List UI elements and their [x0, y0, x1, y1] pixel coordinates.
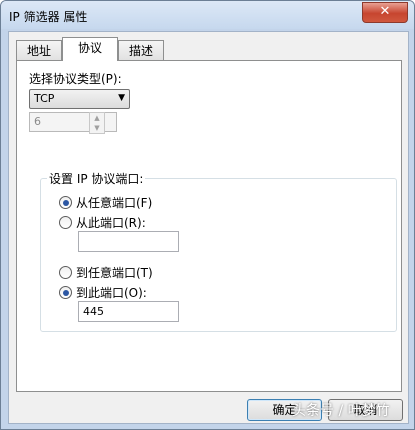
watermark-text: 头条号 / 叶梦竹: [292, 403, 390, 419]
protocol-type-select[interactable]: TCP ▼: [29, 89, 130, 109]
protocol-type-label: 选择协议类型(P):: [29, 72, 122, 86]
from-this-port-radio[interactable]: [59, 216, 72, 229]
protocol-type-value: TCP: [34, 92, 55, 105]
port-settings-title: 设置 IP 协议端口:: [47, 170, 146, 187]
close-icon: ✕: [379, 4, 391, 19]
tab-address-label: 地址: [26, 44, 51, 58]
to-any-port-radio[interactable]: [59, 266, 72, 279]
protocol-number-value: 6: [34, 115, 41, 128]
to-any-port-label: 到任意端口(T): [76, 266, 153, 280]
dialog-client-area: 地址 协议 描述 选择协议类型(P): TCP ▼ 6 ▲ ▼ 设置 IP 协议…: [8, 31, 409, 424]
tab-protocol-label: 协议: [77, 41, 102, 55]
tab-description-label: 描述: [128, 44, 153, 58]
protocol-tab-panel: 选择协议类型(P): TCP ▼ 6 ▲ ▼ 设置 IP 协议端口: 从任意端口…: [16, 60, 402, 392]
from-any-port-label: 从任意端口(F): [76, 196, 153, 210]
tab-description[interactable]: 描述: [118, 40, 164, 61]
to-this-port-radio[interactable]: [59, 286, 72, 299]
close-button[interactable]: ✕: [362, 2, 408, 23]
chevron-down-icon: ▼: [118, 93, 125, 103]
title-bar[interactable]: IP 筛选器 属性 ✕: [1, 1, 414, 29]
from-any-port-radio[interactable]: [59, 196, 72, 209]
spin-down-icon: ▼: [94, 124, 100, 132]
protocol-number-spinner: ▲ ▼: [89, 112, 105, 134]
from-this-port-label: 从此端口(R):: [76, 216, 146, 230]
from-port-input[interactable]: [78, 231, 179, 252]
to-this-port-label: 到此端口(O):: [76, 286, 147, 300]
to-port-input[interactable]: 445: [78, 301, 179, 322]
tab-protocol[interactable]: 协议: [62, 37, 118, 61]
spin-up-icon: ▲: [94, 114, 100, 122]
tab-address[interactable]: 地址: [16, 40, 62, 61]
to-port-value: 445: [83, 305, 104, 318]
window-title: IP 筛选器 属性: [9, 10, 88, 24]
dialog-window: IP 筛选器 属性 ✕ 地址 协议 描述 选择协议类型(P): TCP ▼ 6 …: [0, 0, 415, 430]
